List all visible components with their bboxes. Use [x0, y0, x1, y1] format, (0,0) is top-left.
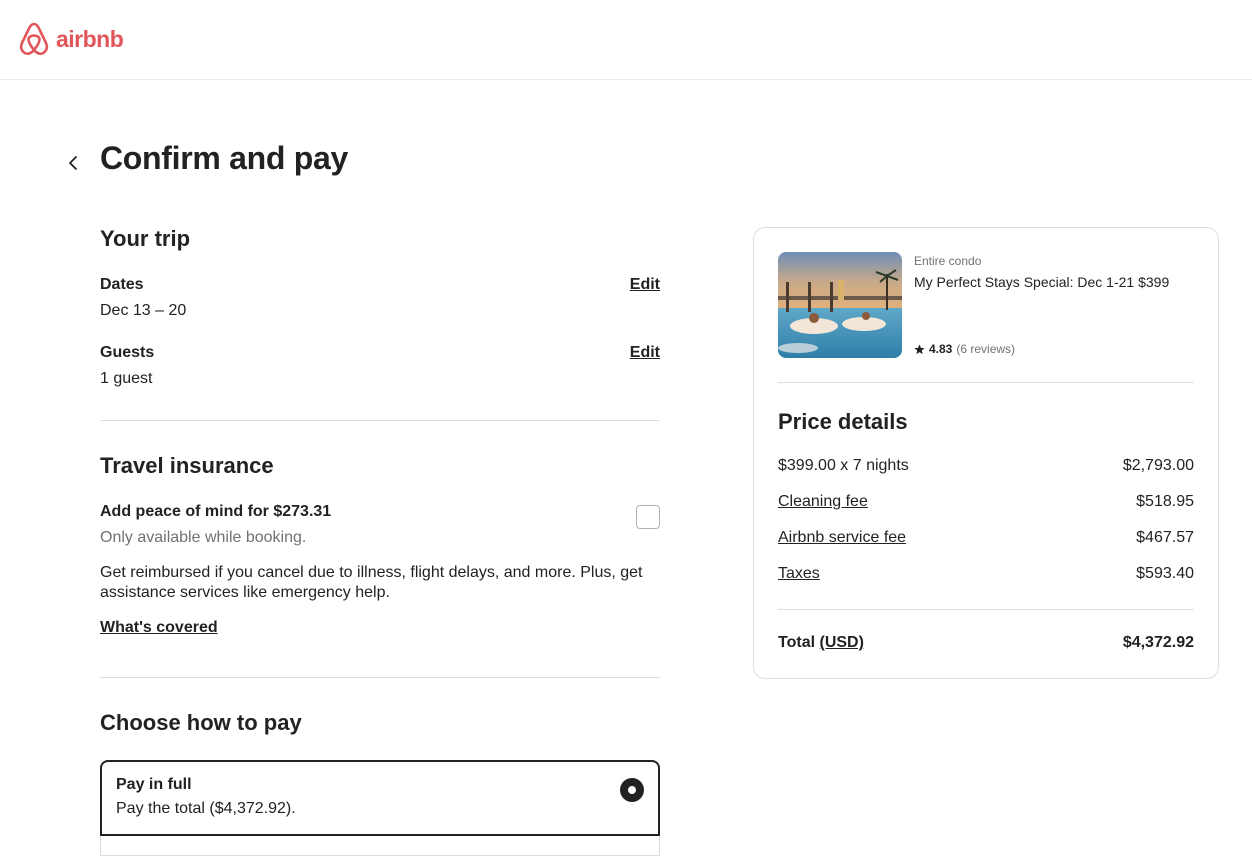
price-amount: $593.40 [1136, 565, 1194, 582]
service-fee-link[interactable]: Airbnb service fee [778, 529, 906, 549]
payment-section: Choose how to pay Pay in full Pay the to… [100, 710, 660, 856]
airbnb-logo-icon [19, 22, 49, 56]
back-button[interactable] [62, 152, 84, 174]
total-label: Total [778, 634, 816, 651]
edit-dates-link[interactable]: Edit [630, 276, 660, 294]
guests-block: Guests 1 guest Edit [100, 344, 660, 388]
price-row-cleaning: Cleaning fee $518.95 [778, 493, 1194, 513]
price-amount: $518.95 [1136, 493, 1194, 510]
price-details-title: Price details [778, 409, 908, 434]
insurance-description: Get reimbursed if you cancel due to illn… [100, 564, 643, 601]
section-divider [100, 420, 660, 421]
price-amount: $2,793.00 [1122, 457, 1194, 474]
currency-link[interactable]: (USD) [819, 634, 863, 651]
insurance-checkbox[interactable] [636, 505, 660, 529]
chevron-left-icon [69, 156, 77, 170]
pay-in-full-radio[interactable] [620, 778, 644, 802]
price-label: $399.00 x 7 nights [778, 457, 909, 474]
whats-covered-link[interactable]: What's covered [100, 619, 218, 636]
your-trip-title: Your trip [100, 226, 191, 251]
cleaning-fee-link[interactable]: Cleaning fee [778, 493, 868, 513]
review-count: (6 reviews) [956, 342, 1016, 356]
choose-how-to-pay-title: Choose how to pay [100, 710, 302, 735]
price-rows: $399.00 x 7 nights $2,793.00 Cleaning fe… [778, 457, 1194, 585]
star-icon [914, 343, 925, 354]
page-title: Confirm and pay [100, 140, 348, 176]
edit-guests-link[interactable]: Edit [630, 344, 660, 362]
airbnb-logo[interactable]: airbnb [18, 22, 124, 56]
card-divider [778, 382, 1194, 383]
price-row-service: Airbnb service fee $467.57 [778, 529, 1194, 549]
pay-in-full-option[interactable]: Pay in full Pay the total ($4,372.92). [100, 760, 660, 836]
your-trip-section: Your trip Dates Dec 13 – 20 Edit Guests … [100, 226, 660, 388]
dates-block: Dates Dec 13 – 20 Edit [100, 276, 660, 320]
listing-type: Entire condo [914, 254, 982, 268]
listing-summary: Entire condo My Perfect Stays Special: D… [778, 252, 1194, 358]
listing-photo [778, 252, 902, 358]
listing-photo-image [778, 252, 902, 358]
radio-selected-dot [628, 786, 636, 794]
insurance-offer: Add peace of mind for $273.31 [100, 503, 332, 520]
listing-name: My Perfect Stays Special: Dec 1-21 $399 [914, 274, 1170, 290]
section-divider [100, 677, 660, 678]
rating-score: 4.83 [929, 342, 953, 356]
total-amount: $4,372.92 [1122, 634, 1194, 651]
insurance-note: Only available while booking. [100, 529, 307, 546]
travel-insurance-title: Travel insurance [100, 453, 274, 478]
travel-insurance-section: Travel insurance Add peace of mind for $… [100, 453, 660, 637]
price-row-taxes: Taxes $593.40 [778, 565, 1194, 585]
price-summary-card: Entire condo My Perfect Stays Special: D… [753, 227, 1219, 679]
brand-wordmark: airbnb [56, 25, 124, 52]
total-label-group: Total (USD) [778, 634, 864, 652]
pay-in-full-desc: Pay the total ($4,372.92). [116, 800, 296, 817]
total-row: Total (USD) $4,372.92 [778, 634, 1194, 652]
guests-value: 1 guest [100, 370, 153, 387]
price-row-nights: $399.00 x 7 nights $2,793.00 [778, 457, 1194, 477]
price-amount: $467.57 [1136, 529, 1194, 546]
next-pay-option[interactable] [100, 836, 660, 856]
guests-label: Guests [100, 344, 155, 361]
listing-rating: 4.83 (6 reviews) [914, 342, 1169, 358]
dates-value: Dec 13 – 20 [100, 302, 187, 319]
left-column: Your trip Dates Dec 13 – 20 Edit Guests … [100, 226, 660, 856]
dates-label: Dates [100, 276, 144, 293]
card-divider [778, 609, 1194, 610]
top-header: airbnb [0, 0, 1252, 80]
taxes-link[interactable]: Taxes [778, 565, 820, 585]
pay-in-full-title: Pay in full [116, 776, 192, 793]
